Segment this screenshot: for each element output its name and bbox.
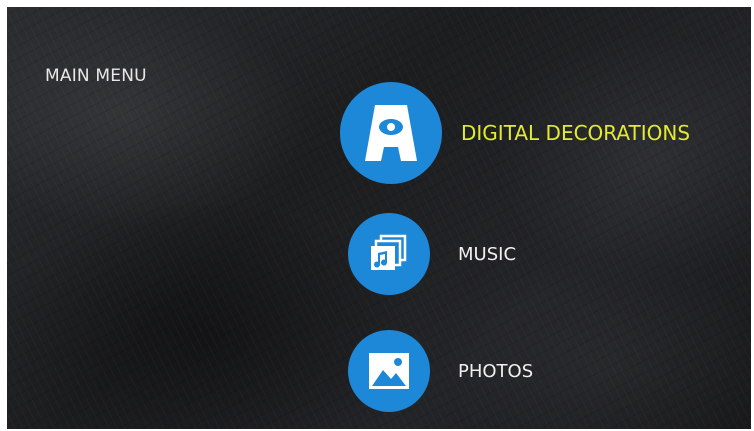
main-menu-screen: MAIN MENU DIGITAL DECORATIONS MUSIC PHOT… (7, 7, 751, 429)
menu-item-label: MUSIC (458, 243, 517, 265)
digital-decorations-icon (340, 82, 442, 184)
menu-item-photos[interactable]: PHOTOS (348, 330, 533, 412)
menu-item-digital-decorations[interactable]: DIGITAL DECORATIONS (340, 82, 690, 184)
menu-item-label: PHOTOS (458, 360, 534, 382)
menu-item-music[interactable]: MUSIC (348, 213, 516, 295)
photos-icon (348, 330, 430, 412)
menu-item-label: DIGITAL DECORATIONS (461, 121, 691, 145)
page-title: MAIN MENU (45, 66, 147, 86)
music-icon (348, 213, 430, 295)
